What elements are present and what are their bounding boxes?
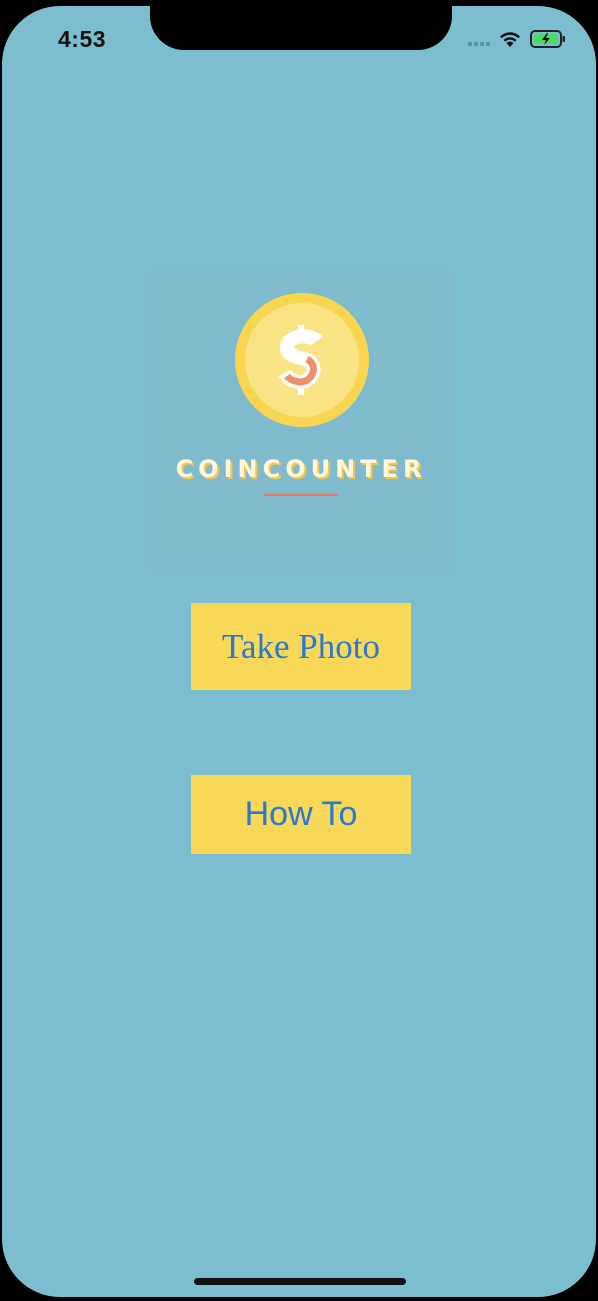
take-photo-button[interactable]: Take Photo — [191, 603, 411, 690]
app-logo: COINCOUNTER — [148, 268, 454, 574]
logo-wordmark: COINCOUNTER — [175, 455, 427, 483]
app-screen: 4:53 COINCOUNTER Take Photo How To — [2, 6, 596, 1297]
status-icons — [468, 30, 566, 48]
battery-charging-icon — [530, 30, 565, 48]
cellular-signal-icon — [468, 32, 490, 46]
dollar-sign-icon — [278, 325, 323, 395]
wifi-icon — [500, 32, 520, 47]
status-time: 4:53 — [58, 26, 107, 52]
coin-icon — [235, 293, 369, 427]
logo-underline — [264, 494, 338, 496]
home-indicator[interactable] — [194, 1278, 406, 1285]
device-notch — [150, 6, 452, 50]
how-to-button[interactable]: How To — [191, 775, 411, 854]
